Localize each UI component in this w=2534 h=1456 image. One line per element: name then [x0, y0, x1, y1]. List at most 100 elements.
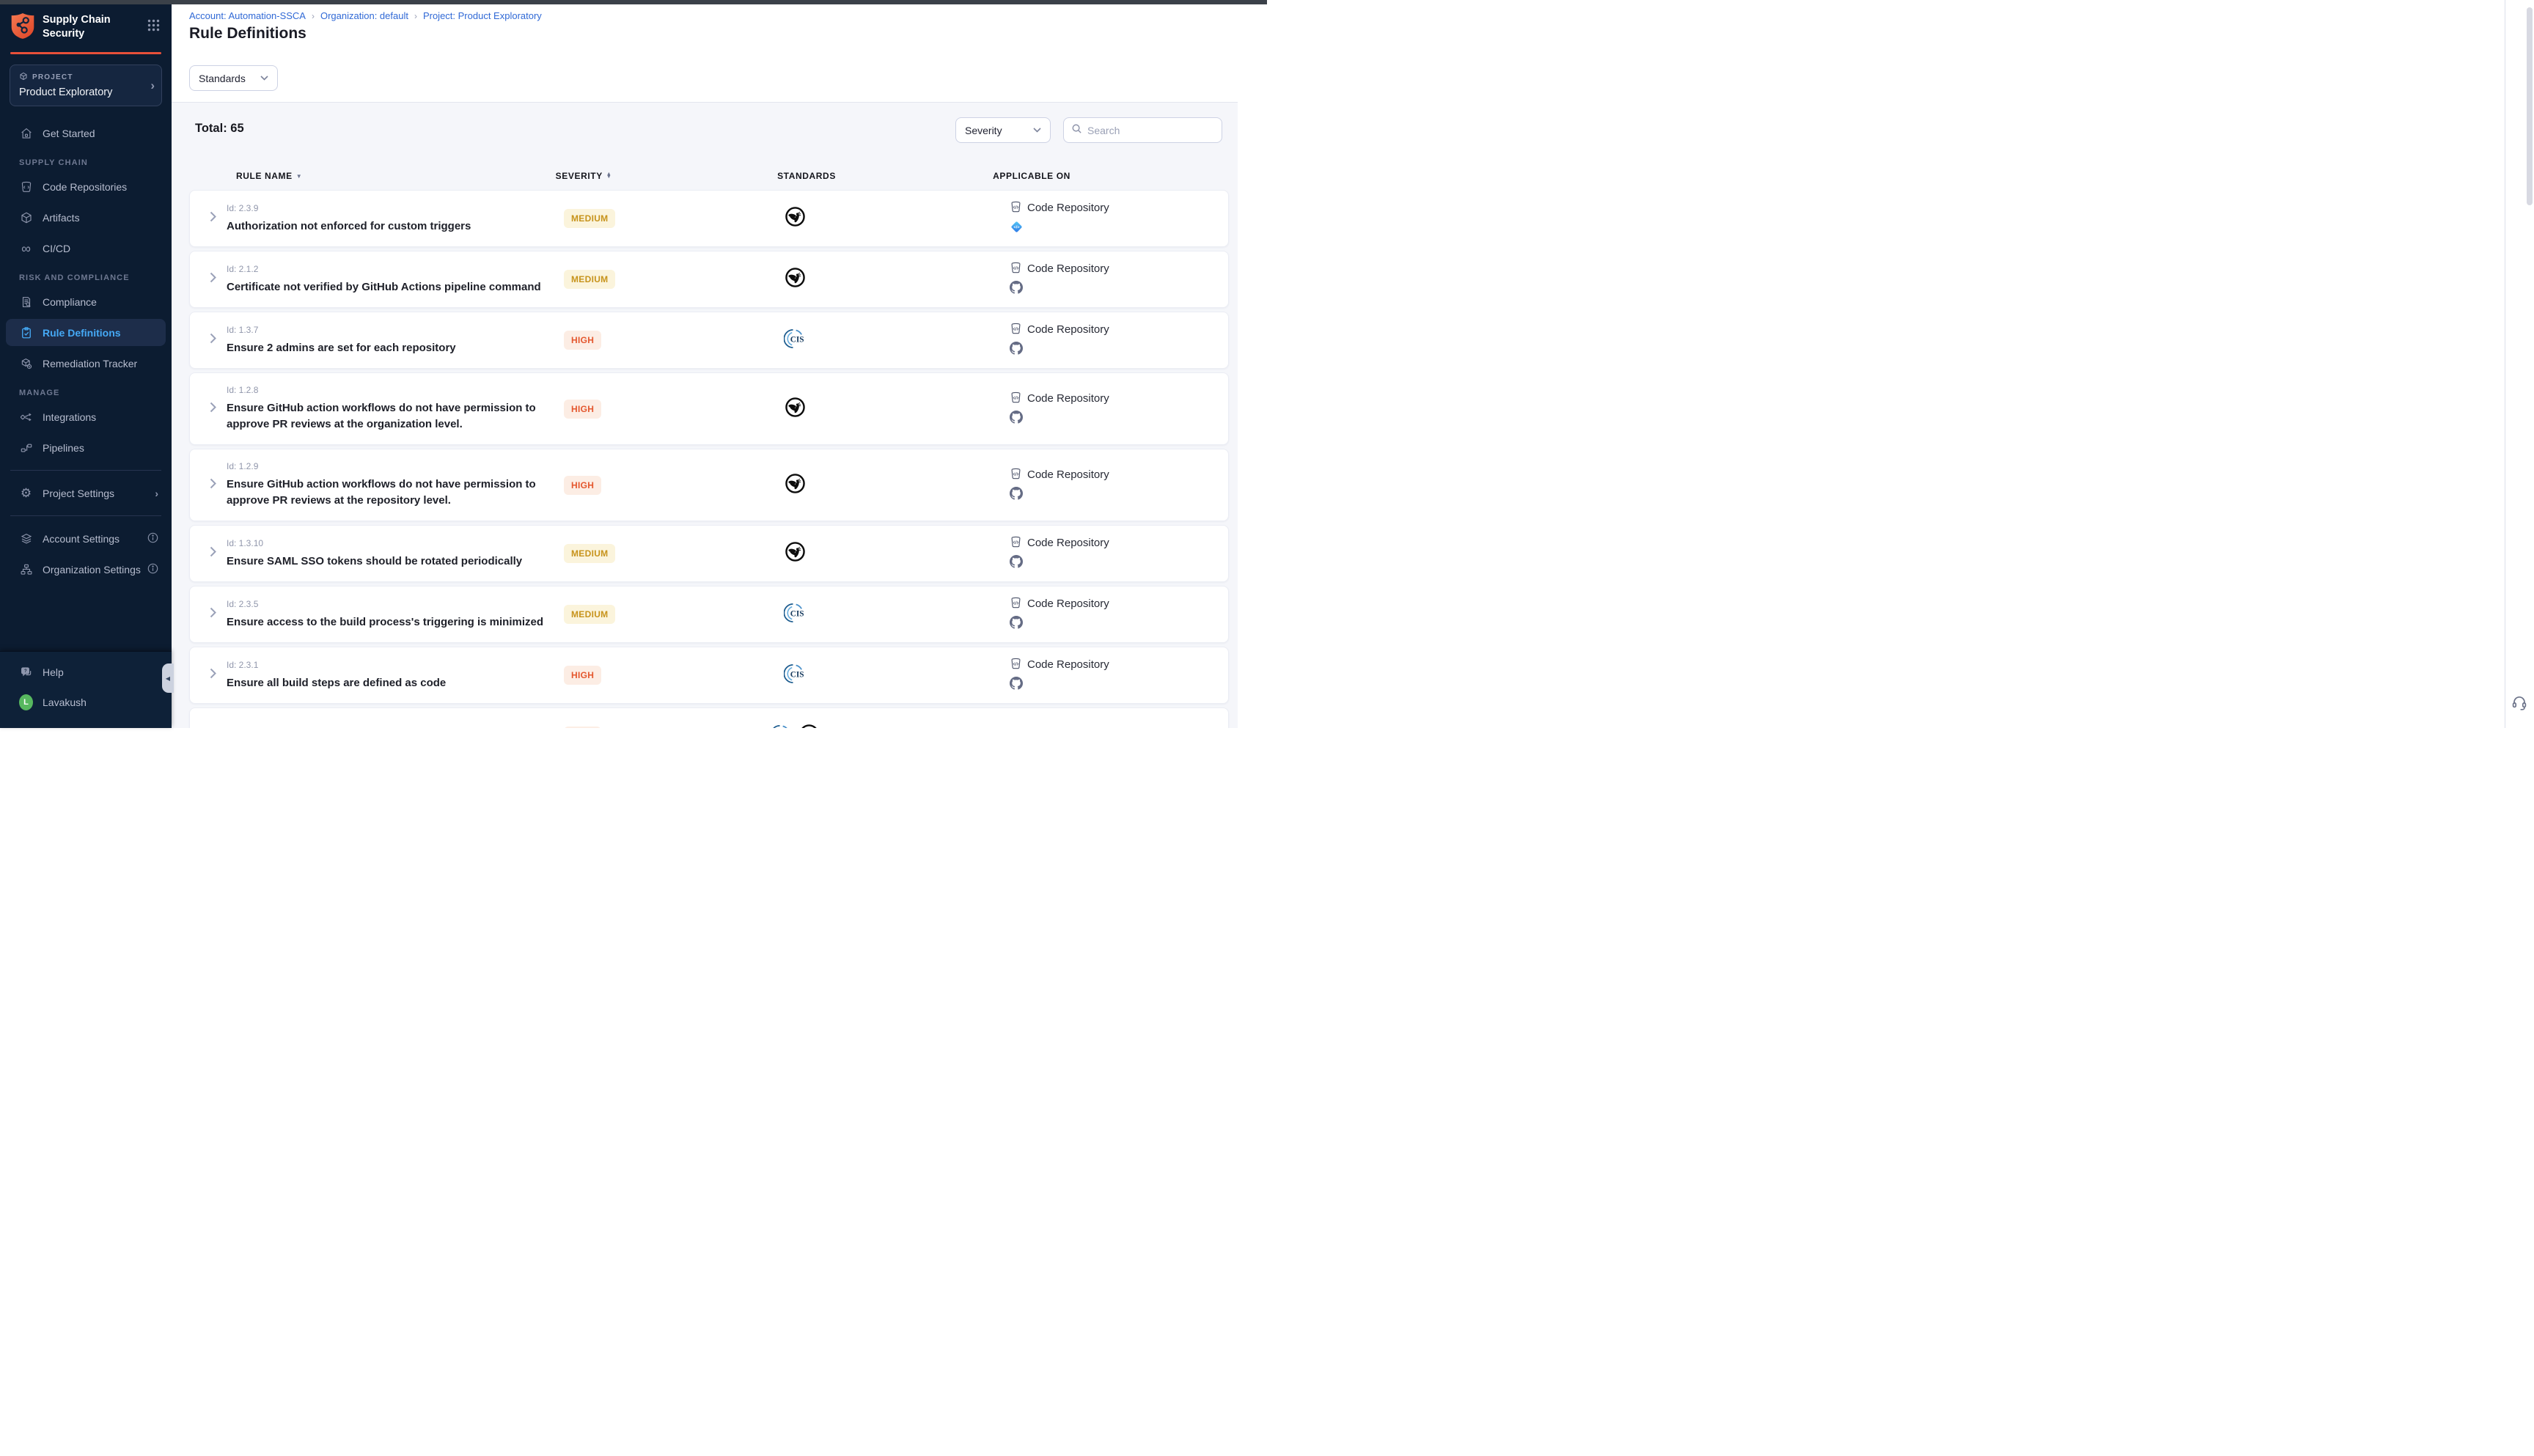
rule-row[interactable]: Id: 2.3.9Authorization not enforced for … [189, 190, 1229, 247]
applicable-target: Code Repository [1027, 202, 1109, 214]
grid-icon[interactable] [147, 19, 160, 35]
standards-cell: CIS [703, 328, 886, 353]
nav-divider [10, 470, 161, 471]
chevron-right-icon[interactable] [210, 402, 216, 416]
severity-filter-dropdown[interactable]: Severity [955, 117, 1051, 143]
rule-row[interactable]: Id: 1.3.7Ensure 2 admins are set for eac… [189, 312, 1229, 369]
applicable-on-cell: Code Repository [886, 467, 1228, 504]
rule-row[interactable]: Id: 1.3.10Ensure SAML SSO tokens should … [189, 525, 1229, 582]
sidebar-item-remediation-tracker[interactable]: Remediation Tracker [0, 350, 172, 377]
remediation-box-icon [19, 357, 33, 370]
rule-id: Id: 2.3.5 [227, 599, 564, 609]
applicable-on-cell: Code Repository [886, 261, 1228, 298]
chevron-right-icon[interactable] [210, 333, 216, 348]
rule-id: Id: 1.3.7 [227, 325, 564, 335]
owasp-icon [798, 724, 820, 728]
shield-network-icon [10, 12, 35, 43]
project-eyebrow-label: PROJECT [32, 73, 73, 81]
code-repo-icon [1010, 261, 1022, 276]
chevron-right-icon[interactable] [210, 211, 216, 226]
chevron-separator-icon: › [312, 11, 315, 21]
github-icon [1010, 616, 1023, 633]
sidebar-item-artifacts[interactable]: Artifacts [0, 204, 172, 231]
code-repo-icon [1010, 391, 1022, 406]
code-repo-icon [1010, 596, 1022, 611]
rules-panel: Total: 65 Severity RULE NAME ▼ SEVERITY … [172, 103, 1238, 728]
nav-section-label: MANAGE [0, 389, 172, 397]
column-header-rule-name[interactable]: RULE NAME ▼ [236, 171, 302, 181]
rule-name: Ensure GitHub action workflows do not ha… [227, 477, 557, 509]
app-logo-row: Supply Chain Security [0, 0, 172, 43]
applicable-target: Code Repository [1027, 598, 1109, 610]
applicable-target: Code Repository [1027, 262, 1109, 275]
svg-text:CIS: CIS [790, 335, 804, 344]
code-repo-icon [1010, 467, 1022, 482]
standards-cell [703, 267, 886, 292]
chevron-right-icon[interactable] [210, 272, 216, 287]
sidebar-collapse-handle[interactable]: ◀ [162, 663, 174, 693]
project-selector[interactable]: PROJECT Product Exploratory › [10, 65, 162, 106]
breadcrumb-organization-link[interactable]: Organization: default [320, 10, 408, 21]
breadcrumb-account-link[interactable]: Account: Automation-SSCA [189, 10, 306, 21]
sidebar-item-compliance[interactable]: Compliance [0, 288, 172, 315]
nav-item-label: Get Started [43, 128, 95, 139]
search-box [1063, 117, 1222, 143]
nav-item-label: Pipelines [43, 442, 84, 454]
nav-item-label: Artifacts [43, 212, 80, 224]
nav-item-label: Code Repositories [43, 181, 127, 193]
cis-icon: CIS [771, 724, 793, 729]
rule-name: Ensure GitHub action workflows do not ha… [227, 400, 557, 433]
github-icon [1010, 281, 1023, 298]
svg-text:CIS: CIS [790, 670, 804, 679]
chevron-right-icon[interactable] [210, 546, 216, 561]
chevron-right-icon[interactable] [210, 478, 216, 493]
breadcrumb-project-link[interactable]: Project: Product Exploratory [423, 10, 542, 21]
sidebar-item-code-repositories[interactable]: Code Repositories [0, 173, 172, 200]
sidebar-nav: Get StartedSUPPLY CHAINCode Repositories… [0, 120, 172, 583]
scrollbar-track[interactable] [2527, 6, 2533, 722]
main-area: Account: Automation-SSCA › Organization:… [172, 0, 1238, 728]
sidebar-item-ci-cd[interactable]: ∞CI/CD [0, 235, 172, 262]
search-input[interactable] [1087, 125, 1220, 136]
nav-item-label: Compliance [43, 296, 97, 308]
applicable-on-cell: Code Repository [886, 322, 1228, 359]
sidebar-item-project-settings[interactable]: ⚙Project Settings› [0, 479, 172, 507]
sidebar-item-organization-settings[interactable]: Organization Settings [0, 556, 172, 583]
standards-filter-dropdown[interactable]: Standards [189, 65, 278, 91]
rule-row[interactable]: Id: 2.1.2Certificate not verified by Git… [189, 251, 1229, 308]
rule-row[interactable]: Id: 2.3.1 Ensure all build steps are defi… [189, 647, 1229, 704]
rule-row[interactable]: Id: 1.1.9HIGHCISCode Repository [189, 707, 1229, 728]
headset-icon[interactable] [2511, 694, 2528, 715]
box-icon [19, 72, 28, 83]
sidebar-item-help[interactable]: ? Help [0, 659, 172, 685]
sidebar-item-user[interactable]: L Lavakush [0, 689, 172, 716]
sidebar-item-account-settings[interactable]: Account Settings [0, 525, 172, 552]
artifacts-box-icon [19, 211, 33, 224]
chevron-right-icon[interactable] [210, 668, 216, 683]
sidebar-item-get-started[interactable]: Get Started [0, 120, 172, 147]
rule-row[interactable]: Id: 1.2.8Ensure GitHub action workflows … [189, 372, 1229, 445]
column-header-severity[interactable]: SEVERITY ▲▼ [532, 171, 635, 181]
rule-row[interactable]: Id: 1.2.9Ensure GitHub action workflows … [189, 449, 1229, 521]
compliance-doc-icon [19, 295, 33, 309]
applicable-on-cell: Code Repository [886, 535, 1228, 572]
sidebar-item-integrations[interactable]: Integrations [0, 403, 172, 430]
owasp-icon [785, 397, 806, 422]
nav-item-label: CI/CD [43, 243, 70, 254]
chevron-separator-icon: › [414, 11, 417, 21]
github-icon [1010, 487, 1023, 504]
owasp-icon [785, 541, 806, 566]
rule-id: Id: 2.3.1 [227, 660, 564, 670]
rule-row[interactable]: Id: 2.3.5Ensure access to the build proc… [189, 586, 1229, 643]
applicable-on-cell: Code Repository [886, 391, 1228, 427]
owasp-icon [785, 206, 806, 231]
standards-cell: CIS [703, 663, 886, 688]
svg-text:?: ? [24, 669, 27, 674]
rule-name: Ensure all build steps are defined as co… [227, 675, 557, 691]
standards-cell [703, 397, 886, 422]
sidebar-item-rule-definitions[interactable]: Rule Definitions [6, 319, 166, 346]
chevron-right-icon[interactable] [210, 607, 216, 622]
right-rail [2505, 0, 2534, 728]
scrollbar-thumb[interactable] [2527, 7, 2533, 205]
sidebar-item-pipelines[interactable]: Pipelines [0, 434, 172, 461]
